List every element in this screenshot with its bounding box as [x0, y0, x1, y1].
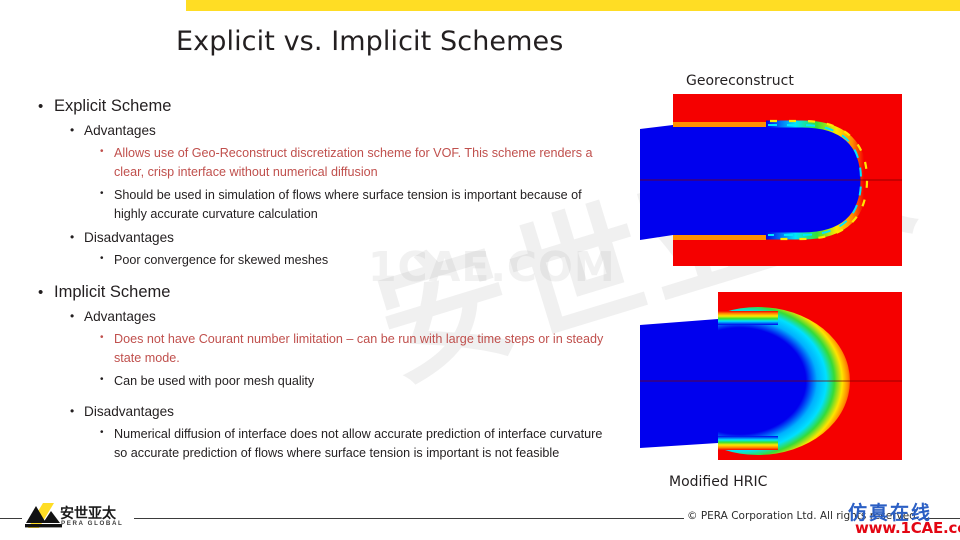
bullet-implicit-advantages: • Advantages	[30, 307, 610, 326]
bullet-text: Disadvantages	[84, 230, 174, 245]
bullet-implicit-advantage-1: • Does not have Courant number limitatio…	[30, 330, 610, 368]
bullet-explicit-advantage-2: • Should be used in simulation of flows …	[30, 186, 610, 224]
bullet-explicit-disadvantage-1: • Poor convergence for skewed meshes	[30, 251, 610, 270]
bullet-implicit-scheme: • Implicit Scheme	[30, 282, 610, 303]
bullet-dot-icon: •	[100, 374, 104, 385]
bullet-explicit-advantage-1: • Allows use of Geo-Reconstruct discreti…	[30, 144, 610, 182]
bullet-text: Explicit Scheme	[54, 97, 172, 115]
bullet-dot-icon: •	[70, 230, 75, 244]
diffuse-bottom-band	[718, 436, 778, 450]
bullet-text: Disadvantages	[84, 404, 174, 419]
pera-global-logo-icon	[25, 503, 62, 528]
top-accent-bar	[186, 0, 960, 11]
bullet-text: Does not have Courant number limitation …	[114, 332, 604, 365]
bullet-implicit-advantage-2: • Can be used with poor mesh quality	[30, 372, 610, 391]
logo-base-bar	[25, 524, 62, 528]
bullet-dot-icon: •	[38, 284, 44, 301]
figure-caption-georeconstruct: Georeconstruct	[686, 73, 794, 89]
bullet-dot-icon: •	[100, 146, 104, 157]
bullet-text: Advantages	[84, 309, 156, 324]
bullet-dot-icon: •	[100, 188, 104, 199]
sub-spacer	[30, 392, 610, 398]
diffuse-top-band	[718, 311, 778, 325]
bullet-dot-icon: •	[38, 98, 44, 115]
watermark-footer-url: www.1CAE.com	[855, 519, 960, 537]
bullet-text: Should be used in simulation of flows wh…	[114, 188, 582, 221]
bullet-text: Numerical diffusion of interface does no…	[114, 427, 603, 460]
inlet-wedge	[640, 319, 718, 448]
bullet-implicit-disadvantages: • Disadvantages	[30, 402, 610, 421]
bullet-text: Implicit Scheme	[54, 283, 171, 301]
figure-caption-modified-hric: Modified HRIC	[669, 474, 768, 490]
bullet-dot-icon: •	[100, 332, 104, 343]
bullet-dot-icon: •	[100, 253, 104, 264]
bullet-text: Advantages	[84, 123, 156, 138]
interface-bottom-line	[673, 235, 766, 240]
bullet-text: Can be used with poor mesh quality	[114, 374, 315, 388]
bullet-text: Poor convergence for skewed meshes	[114, 253, 329, 267]
page-title: Explicit vs. Implicit Schemes	[176, 26, 564, 57]
bullet-body: • Explicit Scheme • Advantages • Allows …	[30, 96, 610, 464]
bullet-text: Allows use of Geo-Reconstruct discretiza…	[114, 146, 593, 179]
simulation-image-modified-hric	[640, 292, 902, 460]
inlet-wedge	[640, 125, 673, 240]
bullet-explicit-disadvantages: • Disadvantages	[30, 228, 610, 247]
bullet-dot-icon: •	[70, 404, 75, 418]
bullet-dot-icon: •	[100, 427, 104, 438]
interface-top-line	[673, 122, 766, 127]
simulation-image-georeconstruct	[640, 94, 902, 266]
bullet-dot-icon: •	[70, 309, 75, 323]
logo-en-text: PERA GLOBAL	[61, 520, 124, 527]
bullet-dot-icon: •	[70, 123, 75, 137]
bullet-explicit-scheme: • Explicit Scheme	[30, 96, 610, 117]
bullet-explicit-advantages: • Advantages	[30, 121, 610, 140]
bullet-implicit-disadvantage-1: • Numerical diffusion of interface does …	[30, 425, 610, 463]
